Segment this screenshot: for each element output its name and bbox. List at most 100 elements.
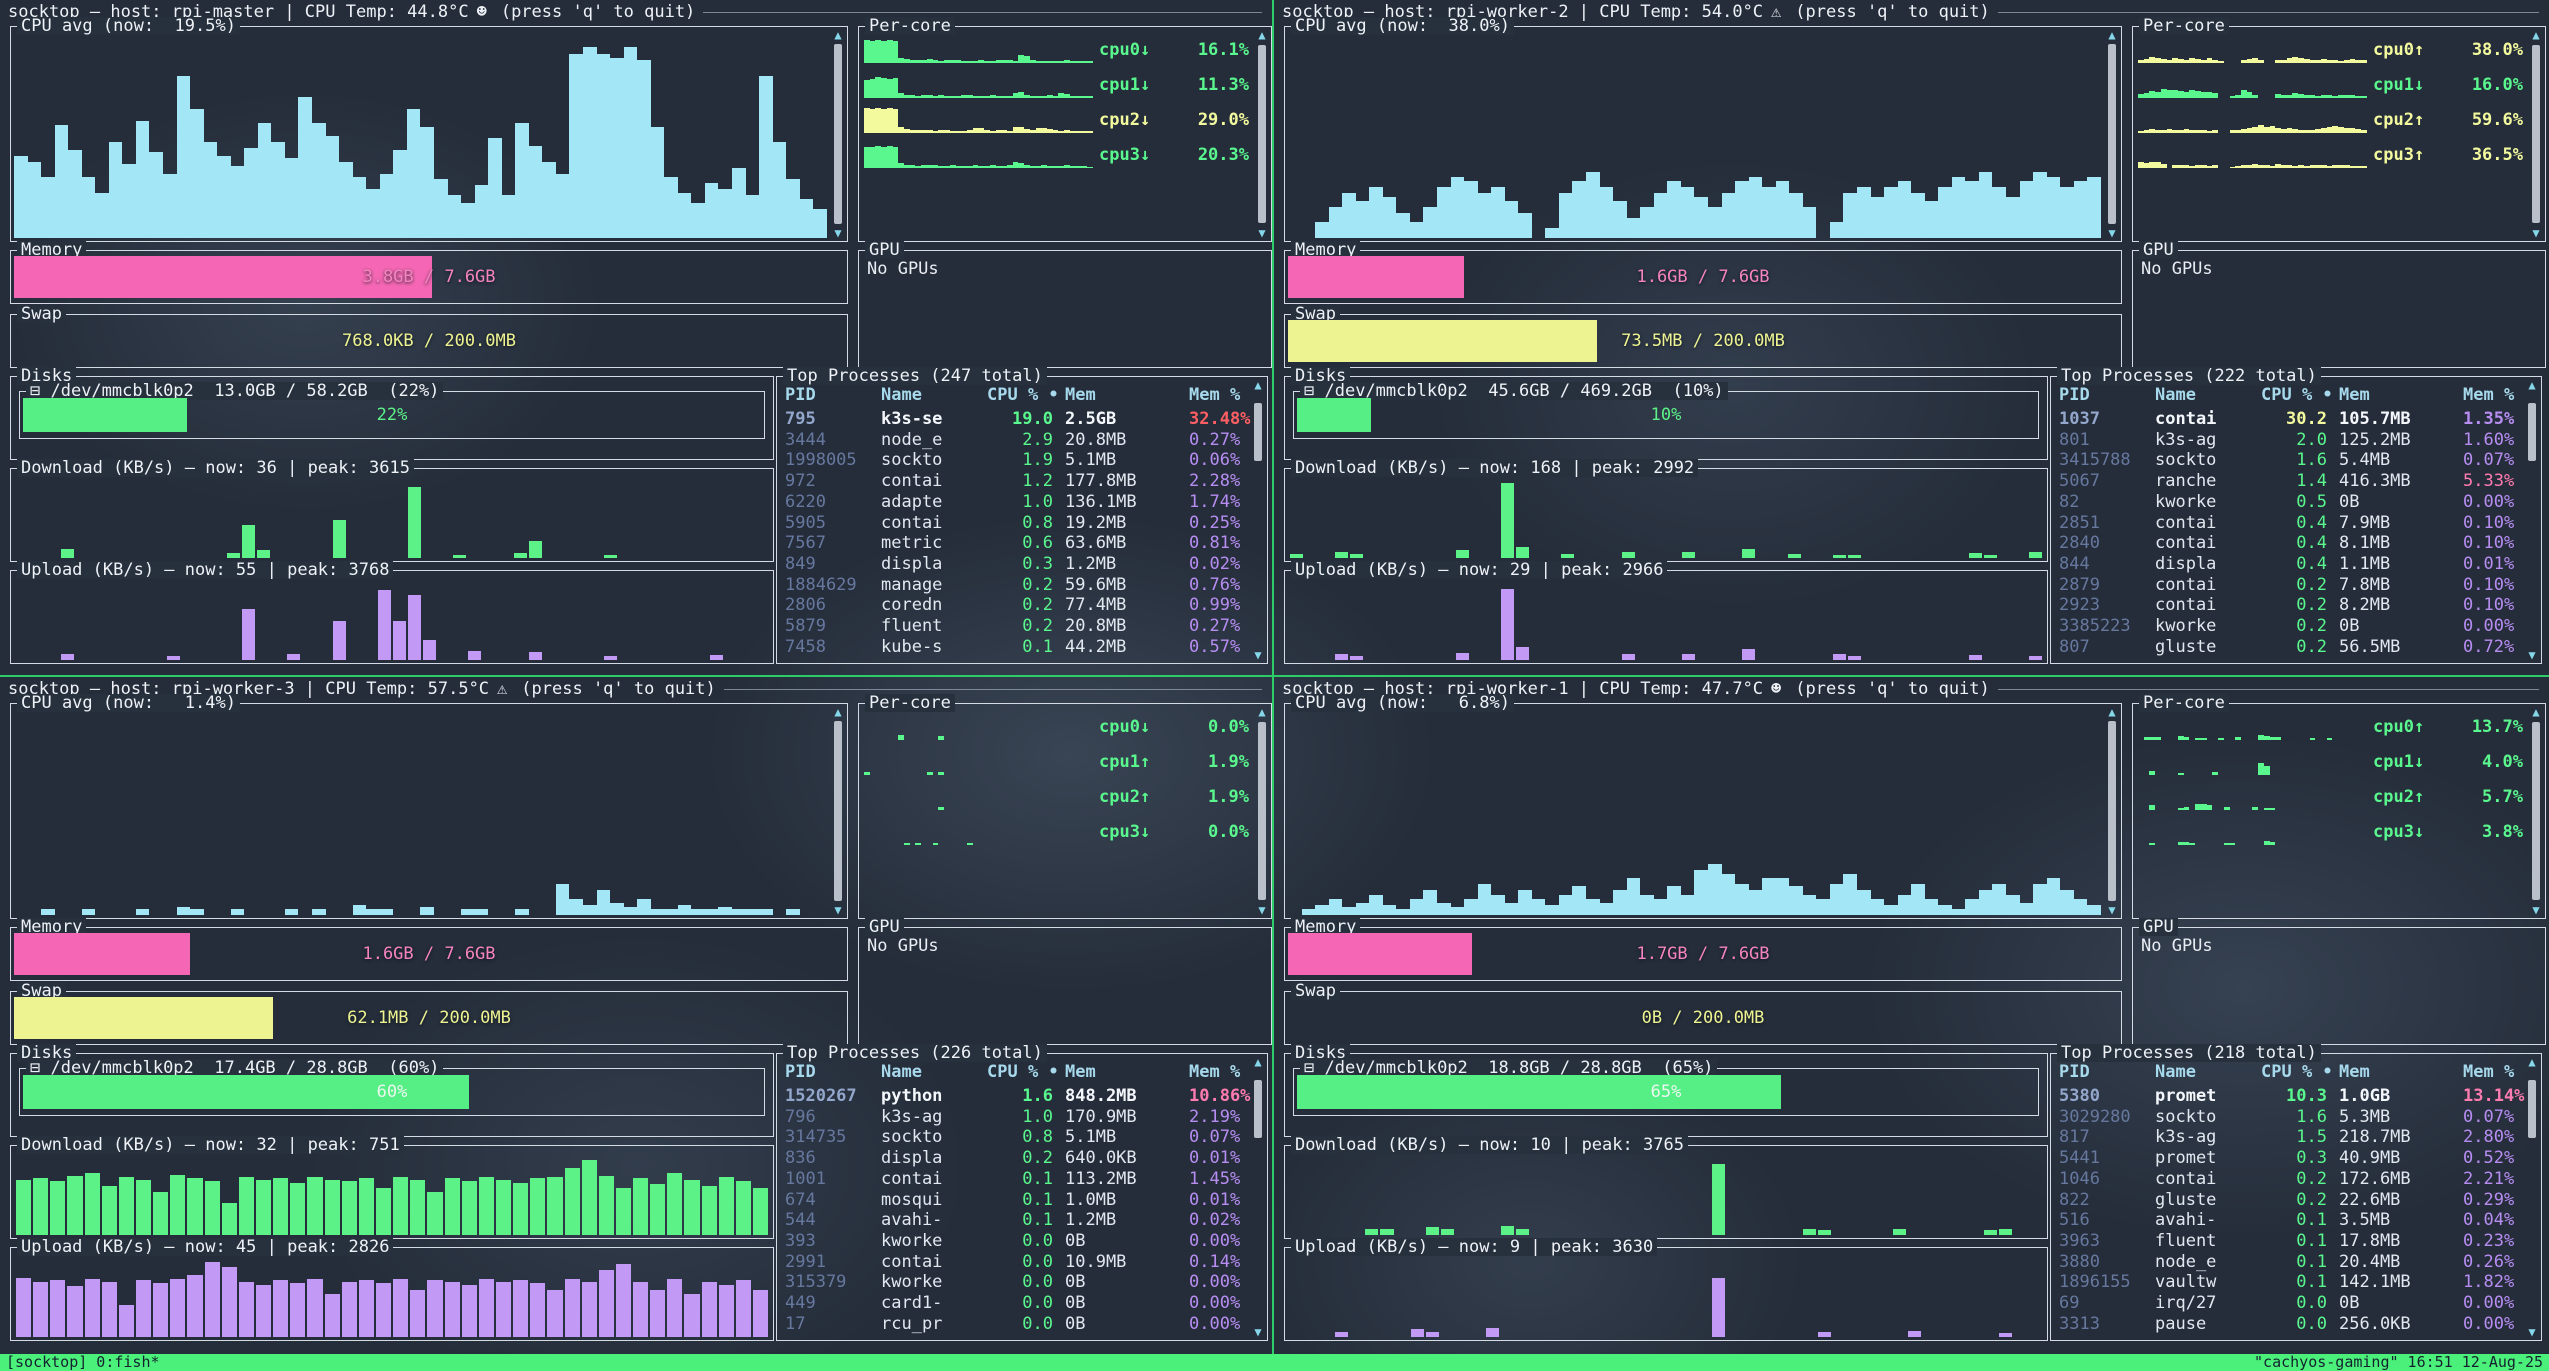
process-row[interactable]: 796k3s-ag1.0170.9MB2.19% — [785, 1107, 1243, 1127]
column-header[interactable]: Mem % — [2463, 1062, 2517, 1082]
column-header[interactable]: Mem — [1065, 385, 1189, 405]
process-row[interactable]: 2806coredn0.277.4MB0.99% — [785, 595, 1243, 615]
process-row[interactable]: 674mosqui0.11.0MB0.01% — [785, 1190, 1243, 1210]
scrollbar-thumb[interactable] — [2528, 403, 2536, 461]
scrollbar-thumb[interactable] — [834, 44, 842, 224]
process-row[interactable]: 3385223kworke0.20B0.00% — [2059, 616, 2517, 636]
process-row[interactable]: 5067ranche1.4416.3MB5.33% — [2059, 471, 2517, 491]
per-core-scrollbar[interactable]: ▲ ▼ — [1255, 29, 1269, 239]
process-row[interactable]: 795k3s-se19.02.5GB32.48% — [785, 409, 1243, 429]
column-header[interactable]: PID — [2059, 1062, 2155, 1082]
cpu-chart-scrollbar[interactable]: ▲ ▼ — [2105, 706, 2119, 916]
scroll-up-icon[interactable]: ▲ — [2525, 1056, 2539, 1068]
process-scrollbar[interactable]: ▲ ▼ — [1251, 1056, 1265, 1338]
process-row[interactable]: 315379kworke0.00B0.00% — [785, 1272, 1243, 1292]
process-scrollbar[interactable]: ▲ ▼ — [2525, 1056, 2539, 1338]
process-row[interactable]: 5441promet0.340.9MB0.52% — [2059, 1148, 2517, 1168]
process-row[interactable]: 2991contai0.010.9MB0.14% — [785, 1252, 1243, 1272]
column-header[interactable]: CPU % • — [2261, 385, 2339, 405]
process-row[interactable]: 3313pause0.0256.0KB0.00% — [2059, 1314, 2517, 1334]
scroll-up-icon[interactable]: ▲ — [2105, 706, 2119, 718]
per-core-scrollbar[interactable]: ▲ ▼ — [2529, 29, 2543, 239]
process-row[interactable]: 3963fluent0.117.8MB0.23% — [2059, 1231, 2517, 1251]
column-header[interactable]: PID — [785, 385, 881, 405]
scroll-up-icon[interactable]: ▲ — [1255, 29, 1269, 41]
scrollbar-thumb[interactable] — [2108, 44, 2116, 224]
process-row[interactable]: 2923contai0.28.2MB0.10% — [2059, 595, 2517, 615]
scrollbar-thumb[interactable] — [2108, 721, 2116, 901]
per-core-scrollbar[interactable]: ▲ ▼ — [2529, 706, 2543, 916]
scroll-down-icon[interactable]: ▼ — [831, 227, 845, 239]
scrollbar-thumb[interactable] — [1258, 722, 1266, 900]
column-header[interactable]: Mem — [2339, 385, 2463, 405]
scroll-down-icon[interactable]: ▼ — [2525, 1326, 2539, 1338]
column-header[interactable]: Mem % — [1189, 385, 1243, 405]
scrollbar-thumb[interactable] — [1254, 1080, 1262, 1138]
scrollbar-thumb[interactable] — [834, 721, 842, 901]
scroll-up-icon[interactable]: ▲ — [2105, 29, 2119, 41]
cpu-chart-scrollbar[interactable]: ▲ ▼ — [831, 706, 845, 916]
process-row[interactable]: 817k3s-ag1.5218.7MB2.80% — [2059, 1127, 2517, 1147]
scroll-down-icon[interactable]: ▼ — [1255, 227, 1269, 239]
scrollbar-thumb[interactable] — [2532, 722, 2540, 900]
process-row[interactable]: 3880node_e0.120.4MB0.26% — [2059, 1252, 2517, 1272]
column-header[interactable]: Mem % — [1189, 1062, 1243, 1082]
process-row[interactable]: 1896155vaultw0.1142.1MB1.82% — [2059, 1272, 2517, 1292]
scrollbar-thumb[interactable] — [1258, 45, 1266, 223]
process-row[interactable]: 82kworke0.50B0.00% — [2059, 492, 2517, 512]
column-header[interactable]: CPU % • — [987, 385, 1065, 405]
process-row[interactable]: 1520267python1.6848.2MB10.86% — [785, 1086, 1243, 1106]
process-row[interactable]: 7567metric0.663.6MB0.81% — [785, 533, 1243, 553]
process-row[interactable]: 3415788sockto1.65.4MB0.07% — [2059, 450, 2517, 470]
scroll-up-icon[interactable]: ▲ — [2529, 706, 2543, 718]
scroll-down-icon[interactable]: ▼ — [2529, 227, 2543, 239]
scroll-down-icon[interactable]: ▼ — [2105, 904, 2119, 916]
column-header[interactable]: Mem — [1065, 1062, 1189, 1082]
scroll-up-icon[interactable]: ▲ — [1251, 1056, 1265, 1068]
scroll-up-icon[interactable]: ▲ — [2525, 379, 2539, 391]
process-row[interactable]: 3029280sockto1.65.3MB0.07% — [2059, 1107, 2517, 1127]
process-row[interactable]: 7458kube-s0.144.2MB0.57% — [785, 637, 1243, 657]
process-scrollbar[interactable]: ▲ ▼ — [2525, 379, 2539, 661]
process-row[interactable]: 6220adapte1.0136.1MB1.74% — [785, 492, 1243, 512]
per-core-scrollbar[interactable]: ▲ ▼ — [1255, 706, 1269, 916]
process-row[interactable]: 544avahi-0.11.2MB0.02% — [785, 1210, 1243, 1230]
process-row[interactable]: 844displa0.41.1MB0.01% — [2059, 554, 2517, 574]
column-header[interactable]: Name — [2155, 385, 2261, 405]
scroll-down-icon[interactable]: ▼ — [1255, 904, 1269, 916]
cpu-chart-scrollbar[interactable]: ▲ ▼ — [2105, 29, 2119, 239]
scroll-down-icon[interactable]: ▼ — [2525, 649, 2539, 661]
scroll-down-icon[interactable]: ▼ — [2529, 904, 2543, 916]
process-row[interactable]: 1046contai0.2172.6MB2.21% — [2059, 1169, 2517, 1189]
process-row[interactable]: 822gluste0.222.6MB0.29% — [2059, 1190, 2517, 1210]
process-row[interactable]: 1998005sockto1.95.1MB0.06% — [785, 450, 1243, 470]
scrollbar-thumb[interactable] — [2532, 45, 2540, 223]
scroll-down-icon[interactable]: ▼ — [2105, 227, 2119, 239]
process-row[interactable]: 5380promet10.31.0GB13.14% — [2059, 1086, 2517, 1106]
column-header[interactable]: PID — [2059, 385, 2155, 405]
column-header[interactable]: CPU % • — [2261, 1062, 2339, 1082]
process-row[interactable]: 69irq/270.00B0.00% — [2059, 1293, 2517, 1313]
process-row[interactable]: 516avahi-0.13.5MB0.04% — [2059, 1210, 2517, 1230]
process-scrollbar[interactable]: ▲ ▼ — [1251, 379, 1265, 661]
column-header[interactable]: Mem — [2339, 1062, 2463, 1082]
process-row[interactable]: 2840contai0.48.1MB0.10% — [2059, 533, 2517, 553]
scroll-up-icon[interactable]: ▲ — [2529, 29, 2543, 41]
process-row[interactable]: 807gluste0.256.5MB0.72% — [2059, 637, 2517, 657]
scroll-down-icon[interactable]: ▼ — [1251, 649, 1265, 661]
process-row[interactable]: 393kworke0.00B0.00% — [785, 1231, 1243, 1251]
scrollbar-thumb[interactable] — [1254, 403, 1262, 461]
column-header[interactable]: Name — [881, 385, 987, 405]
scroll-down-icon[interactable]: ▼ — [831, 904, 845, 916]
process-row[interactable]: 972contai1.2177.8MB2.28% — [785, 471, 1243, 491]
cpu-chart-scrollbar[interactable]: ▲ ▼ — [831, 29, 845, 239]
scroll-up-icon[interactable]: ▲ — [1255, 706, 1269, 718]
process-row[interactable]: 17rcu_pr0.00B0.00% — [785, 1314, 1243, 1334]
column-header[interactable]: Mem % — [2463, 385, 2517, 405]
process-row[interactable]: 1884629manage0.259.6MB0.76% — [785, 575, 1243, 595]
column-header[interactable]: PID — [785, 1062, 881, 1082]
column-header[interactable]: Name — [881, 1062, 987, 1082]
scroll-up-icon[interactable]: ▲ — [831, 29, 845, 41]
process-row[interactable]: 801k3s-ag2.0125.2MB1.60% — [2059, 430, 2517, 450]
process-row[interactable]: 314735sockto0.85.1MB0.07% — [785, 1127, 1243, 1147]
